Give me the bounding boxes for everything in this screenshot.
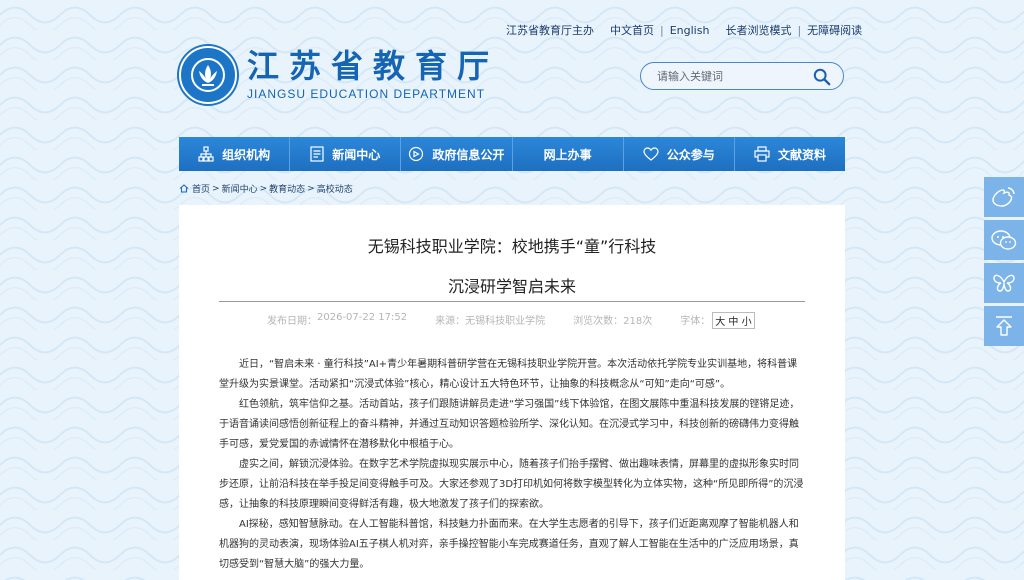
- search-box: [640, 62, 844, 90]
- org-chart-icon: [198, 146, 214, 162]
- elder-mode-link[interactable]: 长者浏览模式: [725, 22, 791, 38]
- site-logo[interactable]: 江苏省教育厅 JIANGSU EDUCATION DEPARTMENT: [179, 46, 499, 104]
- nav-news-center[interactable]: 新闻中心: [290, 137, 402, 171]
- home-icon: [179, 184, 189, 193]
- logo-chinese-name: 江苏省教育厅: [247, 47, 500, 85]
- english-link[interactable]: English: [670, 24, 710, 37]
- breadcrumb-university-news[interactable]: 高校动态: [317, 182, 353, 195]
- views-label: 浏览次数：: [573, 316, 624, 327]
- views-value: 218次: [623, 316, 653, 327]
- article-paragraph: 近日，“智启未来 · 童行科技”AI+青少年暑期科普研学营在无锡科技职业学院开营…: [219, 359, 798, 390]
- nav-label: 文献资料: [777, 147, 826, 162]
- heart-icon: [643, 147, 659, 161]
- article-paragraph: 虚实之间，解锁沉浸体验。在数字艺术学院虚拟现实展示中心，随着孩子们抬手摆臂、做出…: [219, 459, 804, 510]
- nav-online-services[interactable]: 网上办事: [513, 137, 624, 171]
- article-title-line2: 沉浸研学智启未来: [447, 277, 576, 296]
- font-size-switcher: 大 中 小: [712, 312, 755, 329]
- breadcrumb-edu-news[interactable]: 教育动态: [269, 182, 305, 195]
- wechat-share-button[interactable]: [984, 220, 1024, 260]
- font-medium-button[interactable]: 中: [728, 317, 738, 328]
- article-paragraph: AI探秘，感知智慧脉动。在人工智能科普馆，科技魅力扑面而来。在大学生志愿者的引导…: [219, 519, 799, 570]
- butterfly-share-button[interactable]: [984, 263, 1024, 303]
- back-to-top-icon: [996, 316, 1012, 336]
- source-value: 无锡科技职业学院: [465, 316, 546, 327]
- nav-public-participation[interactable]: 公众参与: [624, 137, 735, 171]
- article-body: 近日，“智启未来 · 童行科技”AI+青少年暑期科普研学营在无锡科技职业学院开营…: [219, 355, 805, 575]
- nav-label: 公众参与: [666, 147, 715, 162]
- breadcrumb-separator: >: [212, 183, 220, 194]
- article-meta: 发布日期： 2026-07-22 17:52 来源： 无锡科技职业学院 浏览次数…: [267, 312, 755, 329]
- nav-label: 组织机构: [222, 147, 271, 162]
- article-title-line1: 无锡科技职业学院：校地携手“童”行科技: [367, 237, 657, 256]
- logo-english-name: JIANGSU EDUCATION DEPARTMENT: [247, 87, 486, 101]
- top-links: 江苏省教育厅主办 中文首页 | English 长者浏览模式 | 无障碍阅读: [506, 22, 862, 38]
- article-paragraph: 红色领航，筑牢信仰之基。活动首站，孩子们跟随讲解员走进“学习强国”线下体验馆，在…: [219, 399, 800, 450]
- font-small-button[interactable]: 小: [742, 317, 752, 328]
- date-value: 2026-07-22 17:52: [317, 312, 408, 323]
- source-label: 来源：: [435, 316, 466, 327]
- nav-documents[interactable]: 文献资料: [735, 137, 845, 171]
- date-label: 发布日期：: [267, 316, 317, 327]
- search-input[interactable]: [655, 68, 809, 84]
- breadcrumb-separator: >: [307, 183, 315, 194]
- separator: |: [660, 23, 664, 37]
- separator: |: [797, 23, 802, 37]
- title-divider: [219, 301, 805, 302]
- nav-label: 新闻中心: [332, 147, 381, 162]
- nav-org-structure[interactable]: 组织机构: [179, 137, 291, 171]
- nav-label: 政府信息公开: [432, 147, 505, 162]
- wechat-icon: [991, 230, 1017, 250]
- nav-gov-info[interactable]: 政府信息公开: [401, 137, 513, 171]
- breadcrumb-separator: >: [259, 183, 268, 194]
- font-large-button[interactable]: 大: [715, 317, 725, 328]
- nav-label: 网上办事: [543, 147, 592, 162]
- breadcrumb-home[interactable]: 首页: [192, 182, 210, 195]
- side-share-bar: [984, 177, 1024, 349]
- printer-icon: [754, 146, 770, 162]
- weibo-icon: [992, 187, 1015, 207]
- eye-icon: [409, 146, 424, 162]
- article-panel: 无锡科技职业学院：校地携手“童”行科技 沉浸研学智启未来 发布日期： 2026-…: [179, 205, 845, 580]
- search-icon[interactable]: [813, 68, 831, 86]
- accessible-reading-link[interactable]: 无障碍阅读: [807, 22, 862, 38]
- sponsor-link[interactable]: 江苏省教育厅主办: [506, 22, 594, 38]
- document-icon: [310, 146, 324, 162]
- chinese-home-link[interactable]: 中文首页: [610, 22, 654, 38]
- fontsize-label: 字体：: [680, 316, 711, 327]
- breadcrumb: 首页 > 新闻中心 > 教育动态 > 高校动态: [179, 182, 353, 195]
- emblem-icon: [179, 46, 237, 104]
- main-nav: 组织机构 新闻中心 政府信息公开 网上办事 公众参与 文献资料: [179, 137, 845, 171]
- weibo-share-button[interactable]: [984, 177, 1024, 217]
- breadcrumb-news[interactable]: 新闻中心: [222, 182, 258, 195]
- back-to-top-button[interactable]: [984, 306, 1024, 346]
- butterfly-icon: [993, 274, 1015, 292]
